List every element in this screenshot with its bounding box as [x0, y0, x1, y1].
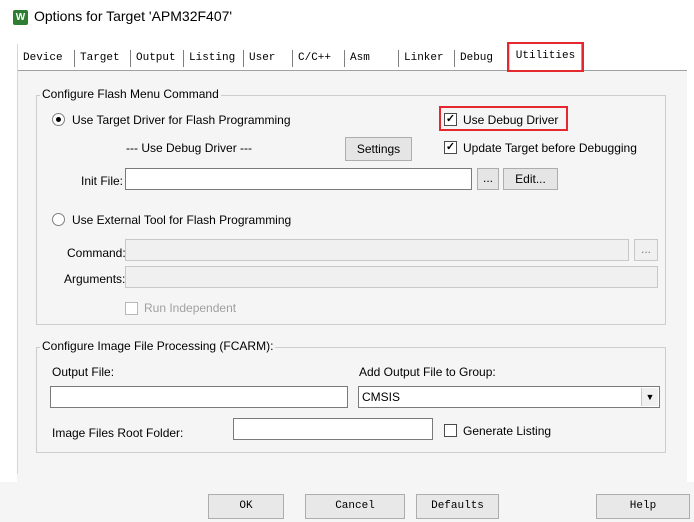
ok-button[interactable]: OK	[208, 494, 284, 519]
tab-user[interactable]: User	[246, 48, 278, 68]
output-file-label: Output File:	[52, 365, 115, 379]
cancel-button[interactable]: Cancel	[305, 494, 405, 519]
tab-separator	[454, 50, 455, 67]
use-target-driver-label: Use Target Driver for Flash Programming	[72, 113, 291, 127]
generate-listing-checkbox[interactable]	[444, 424, 457, 437]
tab-output[interactable]: Output	[133, 48, 179, 68]
root-folder-label: Image Files Root Folder:	[52, 426, 184, 440]
window-title: Options for Target 'APM32F407'	[34, 8, 233, 24]
group-select-value: CMSIS	[362, 390, 401, 404]
check-icon: ✓	[445, 141, 456, 153]
flash-group-label: Configure Flash Menu Command	[40, 87, 221, 101]
command-browse-button[interactable]: ...	[634, 239, 658, 261]
tab-separator	[130, 50, 131, 67]
help-button[interactable]: Help	[596, 494, 690, 519]
add-output-label: Add Output File to Group:	[359, 365, 496, 379]
command-label: Command:	[67, 246, 126, 260]
flash-group	[36, 95, 666, 325]
update-target-checkbox[interactable]: ✓	[444, 141, 457, 154]
uvision-icon: W	[13, 10, 28, 25]
tab-separator	[344, 50, 345, 67]
init-file-label: Init File:	[81, 174, 124, 188]
tab-device[interactable]: Device	[20, 48, 66, 68]
tab-separator	[183, 50, 184, 67]
use-external-tool-radio[interactable]	[52, 213, 65, 226]
use-target-driver-radio[interactable]	[52, 113, 65, 126]
group-select[interactable]: CMSIS ▼	[358, 386, 660, 408]
driver-display: --- Use Debug Driver ---	[126, 141, 253, 155]
tab-separator	[292, 50, 293, 67]
tab-utilities[interactable]: Utilities	[509, 43, 582, 70]
image-group-label: Configure Image File Processing (FCARM):	[40, 339, 276, 353]
init-file-input[interactable]	[125, 168, 472, 190]
output-file-input[interactable]	[50, 386, 348, 408]
edit-button[interactable]: Edit...	[503, 168, 558, 190]
use-debug-driver-label: Use Debug Driver	[463, 113, 559, 127]
check-icon: ✓	[445, 113, 456, 125]
tab-linker[interactable]: Linker	[401, 48, 447, 68]
use-external-tool-label: Use External Tool for Flash Programming	[72, 213, 292, 227]
update-target-label: Update Target before Debugging	[463, 141, 637, 155]
arguments-label: Arguments:	[64, 272, 126, 286]
tab-asm[interactable]: Asm	[347, 48, 373, 68]
tab-utilities-label: Utilities	[515, 50, 576, 62]
run-independent-label: Run Independent	[144, 301, 237, 315]
tab-listing[interactable]: Listing	[186, 48, 238, 68]
defaults-button[interactable]: Defaults	[416, 494, 499, 519]
arguments-input[interactable]	[125, 266, 658, 288]
init-file-browse-button[interactable]: ...	[477, 168, 499, 190]
tab-cpp[interactable]: C/C++	[295, 48, 334, 68]
command-input[interactable]	[125, 239, 629, 261]
tab-separator	[243, 50, 244, 67]
settings-button[interactable]: Settings	[345, 137, 412, 161]
tab-separator	[398, 50, 399, 67]
panel-left-edge	[17, 44, 18, 474]
run-independent-checkbox[interactable]	[125, 302, 138, 315]
tab-target[interactable]: Target	[77, 48, 123, 68]
root-folder-input[interactable]	[233, 418, 433, 440]
generate-listing-label: Generate Listing	[463, 424, 552, 438]
tab-separator	[74, 50, 75, 67]
tab-debug[interactable]: Debug	[457, 48, 496, 68]
chevron-down-icon[interactable]: ▼	[641, 388, 658, 406]
use-debug-driver-checkbox[interactable]: ✓	[444, 113, 457, 126]
